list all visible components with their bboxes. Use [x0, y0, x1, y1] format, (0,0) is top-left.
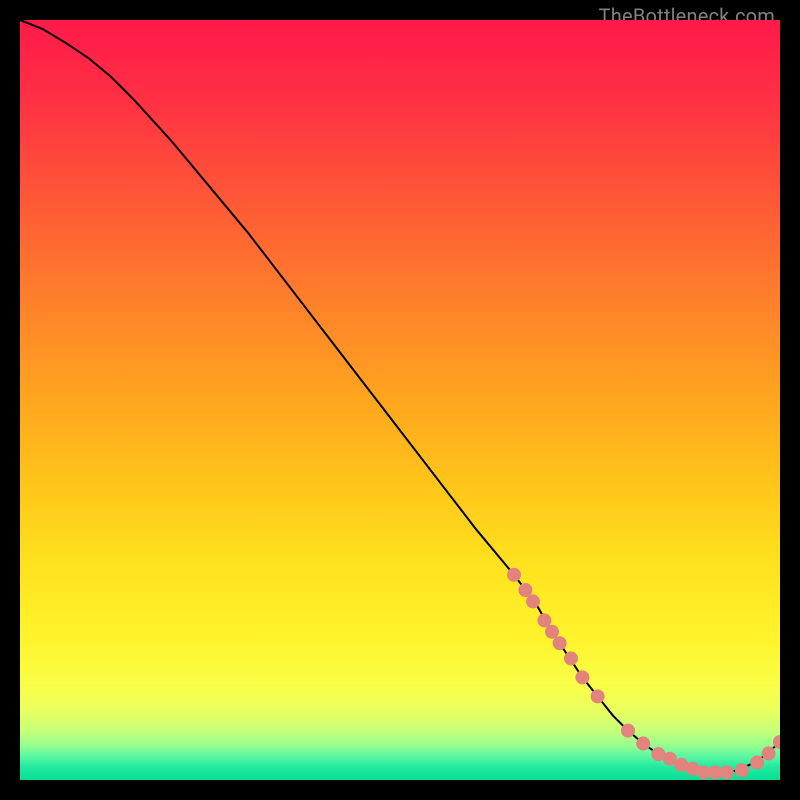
data-marker [537, 613, 551, 627]
data-marker [735, 763, 749, 777]
data-marker [545, 625, 559, 639]
data-marker [575, 670, 589, 684]
data-marker [762, 746, 776, 760]
chart-overlay [20, 20, 780, 780]
data-marker [526, 594, 540, 608]
data-marker [507, 568, 521, 582]
chart-frame: TheBottleneck.com [20, 20, 780, 780]
data-marker [553, 636, 567, 650]
data-marker [564, 651, 578, 665]
curve-line [20, 20, 780, 772]
data-marker [591, 689, 605, 703]
data-marker [518, 583, 532, 597]
data-marker [720, 765, 734, 779]
data-marker [750, 756, 764, 770]
data-marker [636, 737, 650, 751]
data-marker [621, 724, 635, 738]
markers-group [507, 568, 780, 780]
